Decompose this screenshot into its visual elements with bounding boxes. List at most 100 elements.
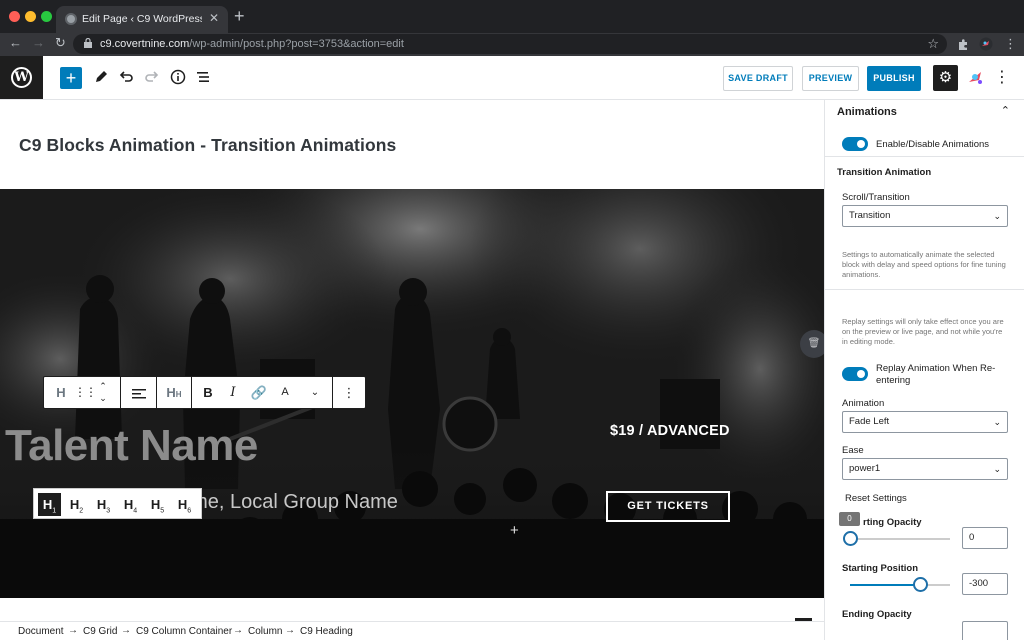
browser-menu-icon[interactable]: ⋮ (1004, 36, 1017, 52)
breadcrumb-column[interactable]: Column (248, 626, 282, 637)
starting-opacity-label: rting Opacity (863, 517, 922, 528)
breadcrumb-document[interactable]: Document (18, 626, 64, 637)
forward-icon[interactable]: → (32, 35, 45, 50)
replay-help-text: Replay settings will only take effect on… (842, 317, 1004, 346)
block-breadcrumb: Document → C9 Grid → C9 Column Container… (0, 621, 824, 640)
lock-icon (84, 38, 92, 48)
browser-tab[interactable]: Edit Page ‹ C9 WordPress Plug ✕ (56, 6, 228, 33)
settings-gear-icon[interactable]: ⚙ (933, 65, 958, 91)
block-toolbar: H ⋮⋮ ⌃ ⌄ HH B I 🔗 A ⌄ ⋮ (43, 376, 366, 409)
heading-level-2[interactable]: H2 (65, 493, 88, 516)
breadcrumb-column-container[interactable]: C9 Column Container (136, 626, 232, 637)
page-title[interactable]: C9 Blocks Animation - Transition Animati… (19, 135, 396, 156)
animation-value: Fade Left (849, 416, 890, 427)
slider-fill (850, 584, 920, 586)
trash-icon[interactable]: 🗑 (800, 330, 824, 358)
editor-canvas: C9 Blocks Animation - Transition Animati… (0, 100, 824, 621)
drag-handle-icon[interactable]: ⋮⋮ (74, 377, 97, 408)
link-icon[interactable]: 🔗 (248, 377, 270, 408)
heading-level-1[interactable]: H1 (38, 493, 61, 516)
add-block-inline-icon[interactable]: + (510, 522, 519, 539)
toolbar-divider (156, 377, 157, 408)
ending-opacity-label: Ending Opacity (842, 609, 912, 620)
edit-pencil-icon[interactable] (92, 68, 110, 86)
url-field[interactable]: c9.covertnine.com/wp-admin/post.php?post… (73, 34, 947, 54)
publish-button[interactable]: PUBLISH (867, 66, 921, 91)
redo-icon[interactable] (143, 68, 161, 86)
reload-icon[interactable]: ↻ (55, 35, 66, 51)
heading-level-label: H (150, 497, 161, 512)
wordpress-logo-button[interactable]: W (0, 56, 43, 99)
undo-icon[interactable] (117, 68, 135, 86)
heading-level-5[interactable]: H5 (146, 493, 169, 516)
heading-size-button[interactable]: HH (162, 377, 186, 408)
animation-help-text: Settings to automatically animate the se… (842, 250, 1006, 279)
extension-avatar-icon[interactable] (979, 37, 993, 51)
extensions-puzzle-icon[interactable] (956, 38, 970, 52)
starting-position-label: Starting Position (842, 563, 918, 574)
more-options-icon[interactable]: ⋮ (994, 67, 1010, 87)
reset-settings-button[interactable]: Reset Settings (845, 493, 907, 504)
slider-handle[interactable] (843, 531, 858, 546)
bookmark-star-icon[interactable]: ☆ (927, 36, 939, 52)
talent-name-heading[interactable]: Talent Name (5, 421, 258, 471)
italic-button[interactable]: I (223, 377, 243, 408)
block-type-label: H (56, 385, 66, 400)
get-tickets-button[interactable]: GET TICKETS (606, 491, 730, 522)
new-tab-button[interactable]: + (234, 6, 245, 27)
bold-button[interactable]: B (198, 377, 218, 408)
scroll-transition-select[interactable]: Transition ⌄ (842, 205, 1008, 227)
enable-animations-toggle[interactable] (842, 137, 868, 151)
animation-select[interactable]: Fade Left ⌄ (842, 411, 1008, 433)
add-block-button[interactable]: + (60, 67, 82, 89)
heading-level-4[interactable]: H4 (119, 493, 142, 516)
chevron-up-icon[interactable]: ⌃ (1001, 104, 1010, 117)
chevron-down-icon[interactable]: ⌄ (306, 377, 324, 408)
save-draft-button[interactable]: SAVE DRAFT (723, 66, 793, 91)
close-tab-icon[interactable]: ✕ (209, 11, 219, 25)
c9-plugin-icon[interactable] (966, 68, 986, 88)
ease-label: Ease (842, 445, 864, 456)
animations-panel-title[interactable]: Animations (837, 106, 897, 118)
maximize-window-button[interactable] (41, 11, 52, 22)
text-color-button[interactable]: A (276, 377, 294, 408)
block-navigation-icon[interactable] (194, 68, 212, 86)
toolbar-divider (191, 377, 192, 408)
arrow-right-icon: → (68, 625, 78, 636)
replay-animation-toggle[interactable] (842, 367, 868, 381)
ease-select[interactable]: power1 ⌄ (842, 458, 1008, 480)
block-options-icon[interactable]: ⋮ (340, 377, 358, 408)
starting-opacity-slider[interactable] (843, 531, 950, 546)
ending-opacity-input[interactable] (962, 621, 1008, 640)
starting-position-slider[interactable] (850, 577, 950, 592)
back-icon[interactable]: ← (9, 35, 22, 50)
heading-level-number: 3 (106, 507, 111, 515)
ease-value: power1 (849, 463, 881, 474)
starting-position-input[interactable]: -300 (962, 573, 1008, 595)
info-icon[interactable] (169, 68, 187, 86)
heading-level-3[interactable]: H3 (92, 493, 115, 516)
heading-level-label: H (123, 497, 134, 512)
heading-level-6[interactable]: H6 (173, 493, 196, 516)
close-window-button[interactable] (9, 11, 20, 22)
heading-level-label: H (42, 497, 53, 512)
align-icon[interactable] (128, 377, 150, 408)
heading-level-picker: H1 H2 H3 H4 H5 H6 (33, 488, 202, 519)
move-up-down-icon[interactable]: ⌃ ⌄ (94, 377, 112, 408)
hero-subheading[interactable]: ame, Local Group Name (180, 491, 398, 514)
heading-block-type-icon[interactable]: H (50, 377, 72, 408)
slider-tooltip: 0 (839, 512, 860, 526)
price-label[interactable]: $19 / ADVANCED (610, 423, 730, 439)
transition-animation-heading: Transition Animation (837, 167, 932, 178)
minimize-window-button[interactable] (25, 11, 36, 22)
preview-button[interactable]: PREVIEW (802, 66, 859, 91)
breadcrumb-c9-grid[interactable]: C9 Grid (83, 626, 117, 637)
slider-handle[interactable] (913, 577, 928, 592)
replay-animation-label: Replay Animation When Re-entering (876, 363, 996, 386)
heading-size-label: H (166, 385, 176, 400)
chevron-down-icon: ⌄ (993, 464, 1001, 474)
toolbar-divider (120, 377, 121, 408)
starting-opacity-input[interactable]: 0 (962, 527, 1008, 549)
breadcrumb-c9-heading[interactable]: C9 Heading (300, 626, 353, 637)
url-path: /wp-admin/post.php?post=3753&action=edit (189, 38, 404, 50)
